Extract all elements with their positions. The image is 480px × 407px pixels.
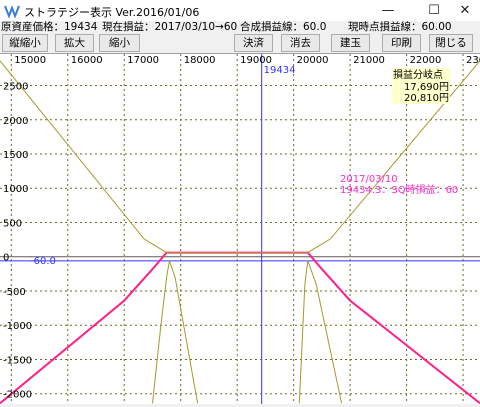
x-tick-label: 15000 (14, 55, 46, 66)
chart-area[interactable]: 15000 16000 17000 18000 19000 20000 21000 22000… (0, 53, 480, 405)
current-pnl-line: 現時点損益線：60.00 (348, 21, 452, 33)
app-icon (4, 5, 20, 19)
minimize-button[interactable]: — (372, 0, 404, 22)
chart-series (0, 60, 480, 405)
close-window-button[interactable]: 閉じる (429, 34, 473, 52)
sq-payoff-line (0, 251, 480, 405)
y-tick-label: 500 (3, 218, 22, 229)
print-button[interactable]: 印刷 (382, 34, 421, 52)
pnl-value-label: -60.0 (30, 256, 56, 267)
vertical-shrink-button[interactable]: 縦縮小 (2, 34, 48, 52)
breakeven-value: 20,810円 (404, 93, 449, 104)
total-pnl-line: 合成損益線：60.0 (240, 21, 327, 33)
y-tick-label: 0 (3, 253, 9, 264)
x-tick-label: 20000 (297, 55, 329, 66)
shrink-button[interactable]: 縮小 (99, 34, 140, 52)
y-tick-label: 2000 (3, 116, 28, 127)
current-price-label: 19434 (264, 65, 296, 76)
underlying-price: 原資産価格：19434 (1, 21, 98, 33)
maximize-button[interactable]: ☐ (418, 0, 450, 22)
breakeven-value: 17,690円 (404, 82, 449, 93)
y-tick-label: 2500 (3, 82, 28, 93)
annotation-date: 2017/03/10 (340, 174, 398, 185)
y-tick-label: -1000 (3, 321, 32, 332)
annotation-sq-pnl: 19434.3：SQ時損益：60 (340, 183, 458, 196)
x-tick-label: 23000 (466, 55, 480, 66)
y-tick-label: 1500 (3, 150, 28, 161)
current-pnl: 現在損益：2017/03/10→60 (102, 21, 238, 33)
payoff-chart[interactable]: 15000 16000 17000 18000 19000 20000 21000 22000… (0, 54, 480, 405)
current-pnl-curve (152, 260, 199, 404)
info-bar: 原資産価格：19434 現在損益：2017/03/10→60 合成損益線：60.… (0, 21, 480, 34)
position-button[interactable]: 建玉 (331, 34, 370, 52)
window-title: ストラテジー表示 Ver.2016/01/06 (24, 6, 200, 19)
x-tick-label: 17000 (127, 55, 159, 66)
close-button[interactable]: ✕ (449, 0, 480, 22)
x-tick-label: 16000 (71, 55, 103, 66)
y-tick-label: 1000 (3, 184, 28, 195)
settle-button[interactable]: 決済 (234, 34, 273, 52)
chart-grid (0, 54, 480, 404)
y-tick-label: -2000 (3, 390, 32, 401)
x-tick-label: 21000 (353, 55, 385, 66)
chart-labels: 15000 16000 17000 18000 19000 20000 21000 22000… (3, 55, 480, 401)
x-tick-label: 22000 (410, 55, 442, 66)
y-tick-label: -1500 (3, 355, 32, 366)
toolbar: 縦縮小 拡大 縮小 決済 消去 建玉 印刷 閉じる (0, 34, 480, 52)
expand-button[interactable]: 拡大 (55, 34, 94, 52)
title-bar: ストラテジー表示 Ver.2016/01/06 — ☐ ✕ (0, 0, 480, 22)
x-tick-label: 18000 (184, 55, 216, 66)
y-tick-label: -500 (3, 287, 26, 298)
breakeven-title: 損益分岐点 (393, 68, 443, 81)
current-pnl-curve (298, 260, 343, 404)
delete-button[interactable]: 消去 (281, 34, 320, 52)
